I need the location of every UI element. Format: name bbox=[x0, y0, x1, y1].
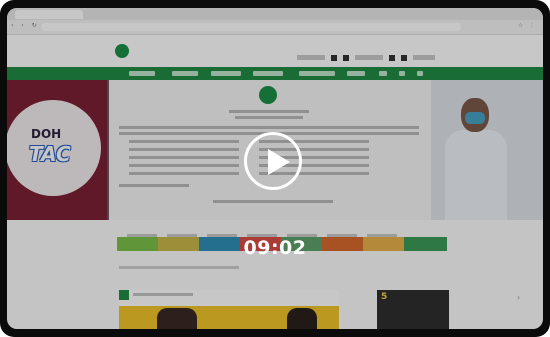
browser-screenshot: ‹ › ↻ ☆ ⋮ DOH TAC 5 › 09:02 bbox=[7, 8, 543, 329]
play-icon bbox=[268, 149, 290, 175]
play-button[interactable] bbox=[244, 132, 302, 190]
video-thumbnail[interactable]: ‹ › ↻ ☆ ⋮ DOH TAC 5 › 09:02 bbox=[0, 0, 550, 337]
video-duration: 09:02 bbox=[243, 237, 307, 259]
